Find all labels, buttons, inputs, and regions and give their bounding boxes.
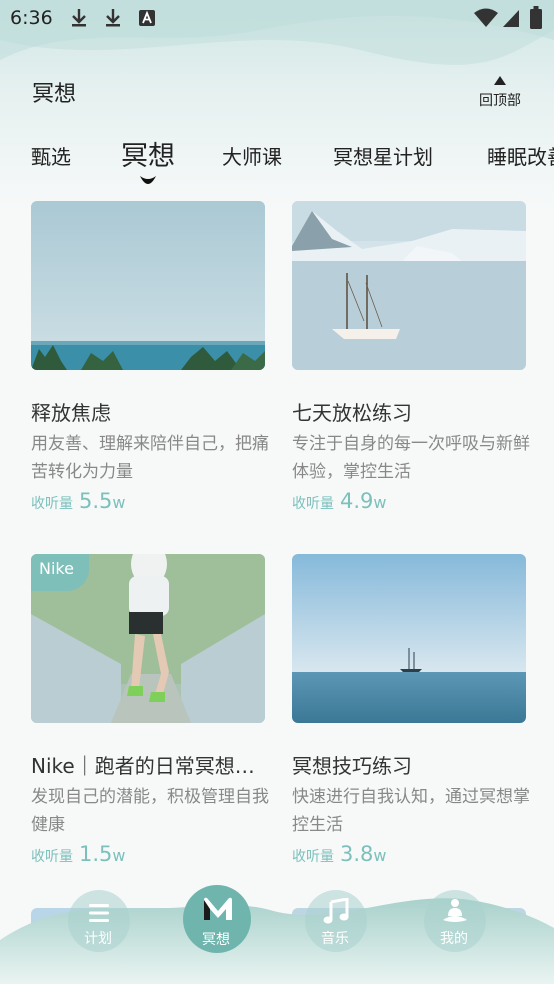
card-description: 用友善、理解来陪伴自己，把痛苦转化为力量 [31, 434, 269, 482]
card-image [292, 201, 526, 370]
tab-meditation-star-plan[interactable]: 冥想星计划 [333, 141, 433, 170]
listen-count-value: 3.8 [340, 842, 374, 866]
listen-count: 收听量 3.8w [292, 842, 387, 866]
card-description: 快速进行自我认知，通过冥想掌控生活 [292, 787, 530, 835]
battery-icon [530, 6, 542, 34]
nav-label: 冥想 [202, 932, 230, 948]
nav-label: 我的 [440, 931, 468, 947]
listen-count: 收听量 4.9w [292, 489, 387, 513]
listen-count-label: 收听量 [292, 496, 334, 512]
signal-icon [502, 8, 520, 32]
listen-count-label: 收听量 [31, 496, 73, 512]
listen-count-value: 5.5 [79, 489, 113, 513]
card-title: 七天放松练习 [292, 401, 412, 425]
course-card[interactable]: 冥想技巧练习 快速进行自我认知，通过冥想掌控生活 收听量 3.8w [292, 554, 530, 866]
course-card[interactable]: Nike Nike｜跑者的日常冥想… 发现自己的潜能，积极管理自我健康 收听量 1… [31, 554, 269, 866]
page-title: 冥想 [32, 82, 77, 107]
status-bar: 6:36 [0, 0, 554, 38]
listen-count-value: 1.5 [79, 842, 113, 866]
meditation-logo-icon [204, 897, 232, 920]
course-card[interactable]: 七天放松练习 专注于自身的每一次呼吸与新鲜体验，掌控生活 收听量 4.9w [292, 201, 530, 513]
listen-count-label: 收听量 [31, 849, 73, 865]
nav-label: 计划 [84, 931, 112, 947]
category-tabs: 甄选 冥想 大师课 冥想星计划 睡眠改善 [0, 130, 554, 190]
wifi-icon [474, 8, 498, 32]
list-icon [89, 904, 109, 922]
nav-label: 音乐 [321, 931, 349, 947]
listen-count-value: 4.9 [340, 489, 374, 513]
card-title: 释放焦虑 [31, 401, 111, 425]
download-icon [104, 8, 122, 32]
tab-meditation[interactable]: 冥想 [121, 134, 175, 173]
listen-count-unit: w [373, 846, 387, 865]
listen-count-unit: w [373, 493, 387, 512]
nav-plan[interactable]: 计划 [68, 890, 130, 952]
listen-count-unit: w [112, 846, 126, 865]
listen-count: 收听量 1.5w [31, 842, 126, 866]
listen-count-unit: w [112, 493, 126, 512]
active-tab-indicator [140, 176, 156, 184]
tab-featured[interactable]: 甄选 [31, 141, 71, 170]
listen-count: 收听量 5.5w [31, 489, 126, 513]
card-description: 专注于自身的每一次呼吸与新鲜体验，掌控生活 [292, 434, 530, 482]
tab-master-class[interactable]: 大师课 [222, 141, 282, 170]
tab-sleep-improvement[interactable]: 睡眠改善 [487, 141, 554, 170]
status-time: 6:36 [10, 7, 53, 29]
back-to-top-button[interactable]: 回顶部 [474, 70, 526, 110]
card-description: 发现自己的潜能，积极管理自我健康 [31, 787, 269, 835]
nav-profile[interactable]: 我的 [424, 890, 486, 952]
brand-badge: Nike [31, 554, 89, 591]
nav-meditation[interactable]: 冥想 [183, 885, 251, 953]
card-image: Nike [31, 554, 265, 723]
bottom-navigation: 计划 冥想 音乐 我的 [0, 880, 554, 984]
listen-count-label: 收听量 [292, 849, 334, 865]
back-to-top-label: 回顶部 [479, 93, 521, 109]
nav-music[interactable]: 音乐 [305, 890, 367, 952]
meditating-person-icon [443, 899, 467, 922]
download-icon [70, 8, 88, 32]
card-title: 冥想技巧练习 [292, 754, 412, 778]
card-title: Nike｜跑者的日常冥想… [31, 754, 255, 778]
course-card[interactable]: 释放焦虑 用友善、理解来陪伴自己，把痛苦转化为力量 收听量 5.5w [31, 201, 269, 513]
card-image [292, 554, 526, 723]
music-note-icon [323, 898, 349, 924]
card-image [31, 201, 265, 370]
app-notification-icon [138, 8, 156, 32]
triangle-up-icon [494, 76, 506, 85]
